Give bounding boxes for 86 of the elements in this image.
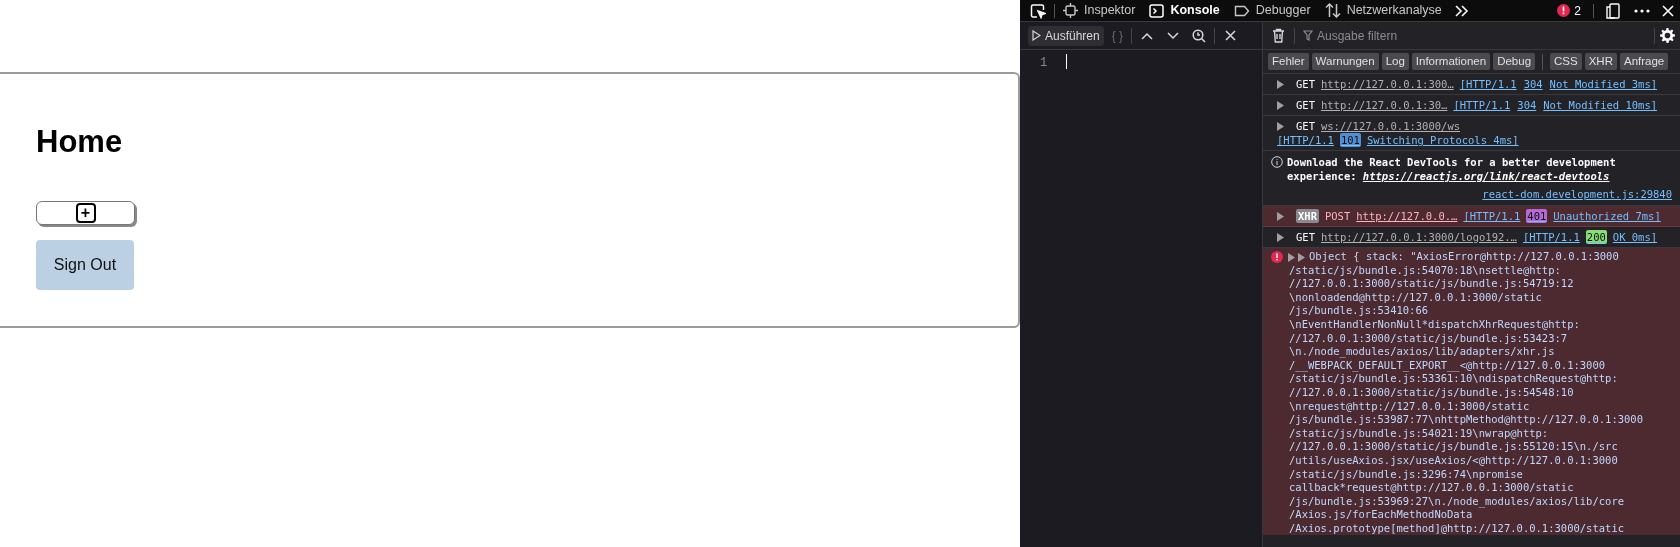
request-status[interactable]: [HTTP/1.1 304 Not Modified 3ms]	[1459, 77, 1658, 91]
devtools-tab[interactable]: Konsole	[1149, 1, 1220, 20]
status-code-badge: 200	[1585, 230, 1607, 244]
devtools-tab[interactable]: Debugger	[1233, 1, 1311, 20]
line-number: 1	[1040, 55, 1049, 72]
stack-trace-line: /static/js/bundle.js:54070:18\nsettle@http:	[1289, 263, 1562, 278]
more-options-icon[interactable]	[1634, 8, 1650, 13]
stack-trace-line: /js/bundle.js:53987:77\nhttpMethod@http://127.0.0.1:3000	[1289, 413, 1643, 427]
stack-trace-line: /static/js/bundle.js:54021:19\nwrap@http:	[1289, 426, 1550, 441]
status-code-badge: 401	[1526, 209, 1548, 223]
console-row: GET ws://127.0.0.1:3000/ws [HTTP/1.1 101 Switching Protocols 4ms]	[1263, 116, 1680, 151]
settings-icon[interactable]	[1660, 28, 1675, 43]
stack-trace-line: /utils/useAxios.jsx/useAxios/<@http://127.0.0.1:3000	[1289, 453, 1619, 468]
status-code-badge: 101	[1339, 133, 1361, 147]
sign-out-button[interactable]: Sign Out	[36, 240, 134, 290]
stack-trace-line: //127.0.0.1:3000/static/js/bundle.js:54548:10	[1289, 385, 1575, 400]
more-tabs-icon[interactable]	[1453, 4, 1470, 17]
expand-arrow-icon[interactable]	[1277, 211, 1284, 221]
devtools-tab[interactable]: Inspektor	[1063, 1, 1136, 20]
error-icon[interactable]	[1557, 4, 1571, 17]
stack-trace-line: \nrequest@http://127.0.0.1:3000/static	[1289, 399, 1531, 414]
stack-trace-line: \n./node_modules/axios/lib/adapters/xhr.js	[1289, 345, 1556, 359]
chevron-down-icon[interactable]	[1167, 31, 1180, 40]
history-search-icon[interactable]	[1192, 28, 1207, 43]
page-heading: Home	[36, 126, 123, 157]
request-url[interactable]: http://127.0.0.1:30…	[1320, 98, 1448, 112]
devtools-link[interactable]: https://reactjs.org/link/react-devtools	[1362, 170, 1610, 182]
stack-trace-line: /Axios.js/forEachMethodNoData	[1289, 508, 1474, 522]
stack-trace-line: //127.0.0.1:3000/static/js/bundle.js:54719:12	[1289, 277, 1575, 291]
stack-trace-line: /static/js/bundle.js:3296:74\npromise	[1289, 467, 1524, 482]
error-count: 2	[1574, 2, 1581, 20]
tag-icon	[1233, 4, 1250, 17]
filter-toggle[interactable]: Fehler	[1268, 53, 1309, 70]
trash-icon[interactable]	[1272, 28, 1285, 43]
stack-trace-line: /js/bundle.js:53410:66	[1289, 304, 1430, 318]
stack-trace-line: callback*request@http://127.0.0.1:3000/static	[1289, 481, 1575, 495]
close-icon[interactable]	[1225, 30, 1237, 41]
run-button[interactable]: Ausführen	[1028, 25, 1104, 46]
request-status[interactable]: [HTTP/1.1 304 Not Modified 10ms]	[1453, 98, 1658, 112]
stack-trace-line: Object { stack: "AxiosError@http://127.0.0.1:3000	[1309, 250, 1620, 264]
request-url[interactable]: http://127.0.0.1:3000/logo192.…	[1320, 230, 1517, 244]
filter-toggle[interactable]: Anfrage	[1620, 53, 1669, 70]
up-down-arrows-icon	[1324, 3, 1341, 18]
info-message: Download the React DevTools for a better development experience: https://reactjs.org/link/react-devtools	[1287, 155, 1617, 183]
request-url[interactable]: ws://127.0.0.1:3000/ws	[1320, 119, 1461, 133]
error-row: XHR POST http://127.0.0.… [HTTP/1.1 401 Unauthorized 7ms]	[1263, 206, 1680, 227]
responsive-design-icon[interactable]	[1606, 2, 1620, 19]
element-picker-icon[interactable]	[1030, 2, 1046, 19]
filter-toggle[interactable]: CSS	[1550, 53, 1582, 70]
expand-arrow-icon[interactable]	[1277, 121, 1284, 131]
source-link[interactable]: react-dom.development.js:29840	[1482, 187, 1672, 201]
request-method: GET	[1296, 77, 1315, 91]
funnel-icon	[1303, 30, 1313, 41]
error-icon	[1271, 251, 1283, 263]
stack-trace-line: /__WEBPACK_DEFAULT_EXPORT__<@http://127.0.0.1:3000	[1289, 358, 1607, 373]
stack-trace-line: /js/bundle.js:53969:27\n./node_modules/axios/lib/core	[1289, 494, 1626, 509]
info-icon	[1271, 156, 1283, 168]
chevron-up-icon[interactable]	[1141, 31, 1154, 40]
box-icon	[1063, 3, 1078, 18]
request-method: POST	[1324, 209, 1351, 223]
request-url[interactable]: http://127.0.0.…	[1356, 209, 1458, 223]
request-method: GET	[1296, 98, 1315, 112]
request-method: GET	[1296, 119, 1315, 133]
filter-field[interactable]: Ausgabe filtern	[1317, 26, 1517, 45]
filter-toggle[interactable]: XHR	[1584, 53, 1617, 70]
text-cursor	[1066, 54, 1067, 69]
stack-trace-line: /static/js/bundle.js:53361:10\ndispatchRequest@http:	[1289, 372, 1619, 386]
stack-trace-line: //127.0.0.1:3000/static/js/bundle.js:53423:7	[1289, 331, 1569, 346]
request-url[interactable]: http://127.0.0.1:300…	[1320, 77, 1454, 91]
xhr-tag: XHR	[1296, 209, 1319, 223]
expand-arrow-icon[interactable]	[1277, 100, 1284, 110]
stack-trace-line: \nEventHandlerNonNull*dispatchXhrRequest@http:	[1289, 317, 1581, 332]
play-icon	[1032, 30, 1041, 41]
filter-toggle[interactable]: Debug	[1493, 53, 1536, 70]
stack-trace-line: \nonloadend@http://127.0.0.1:3000/static	[1289, 290, 1543, 305]
terminal-icon	[1149, 3, 1165, 18]
filter-toggle[interactable]: Informationen	[1411, 53, 1491, 70]
request-method: GET	[1296, 230, 1315, 244]
expand-arrow-icon[interactable]	[1277, 79, 1284, 89]
add-button[interactable]: +	[36, 201, 135, 225]
stack-trace-line: /Axios.prototype[method]@http://127.0.0.1:3000/static	[1289, 521, 1626, 536]
expand-arrow-icon[interactable]	[1277, 232, 1284, 242]
stack-trace-line: //127.0.0.1:3000/static/js/bundle.js:55120:15\n./src	[1289, 440, 1619, 454]
devtools-tab[interactable]: Netzwerkanalyse	[1324, 1, 1442, 20]
filter-toggle[interactable]: Warnungen	[1311, 53, 1379, 70]
filter-toggle[interactable]: Log	[1381, 53, 1409, 70]
